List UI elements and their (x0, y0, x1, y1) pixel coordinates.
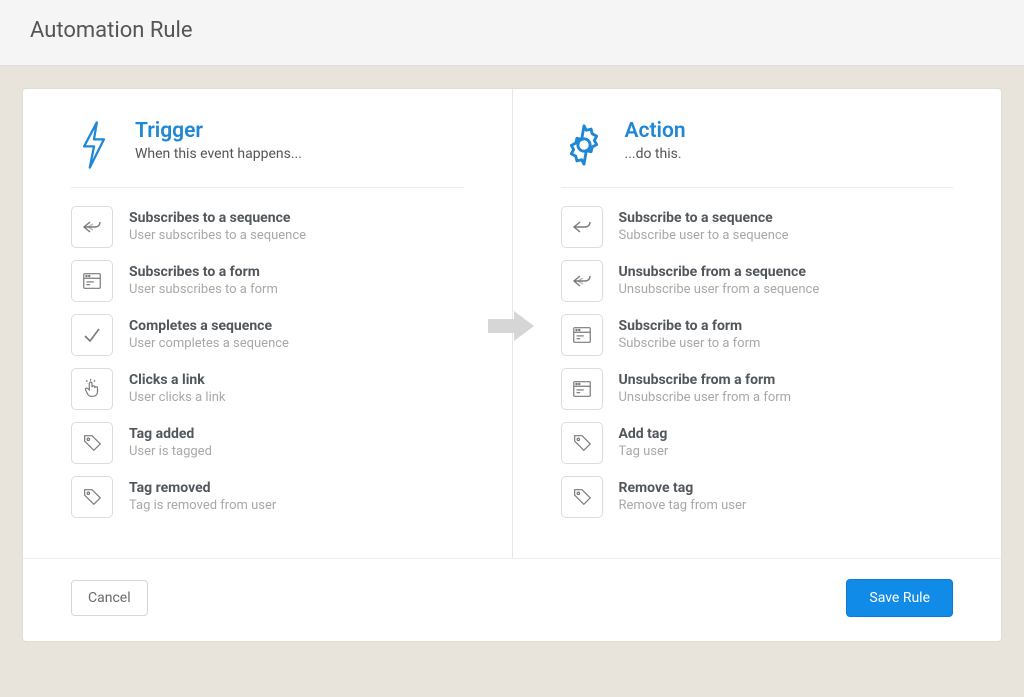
action-subtitle: ...do this. (625, 146, 686, 162)
option-text: Unsubscribe from a form Unsubscribe user… (619, 371, 792, 407)
option-text: Unsubscribe from a sequence Unsubscribe … (619, 263, 820, 299)
option-sub: User completes a sequence (129, 335, 289, 353)
action-option-subscribe-sequence[interactable]: Subscribe to a sequence Subscribe user t… (561, 206, 954, 248)
option-text: Add tag Tag user (619, 425, 669, 461)
reply-arrow-icon (561, 260, 603, 302)
option-sub: Subscribe user to a form (619, 335, 761, 353)
save-rule-button[interactable]: Save Rule (846, 579, 953, 617)
option-text: Tag added User is tagged (129, 425, 212, 461)
form-icon (561, 368, 603, 410)
option-text: Remove tag Remove tag from user (619, 479, 747, 515)
option-sub: User is tagged (129, 443, 212, 461)
option-title: Unsubscribe from a form (619, 371, 792, 389)
columns: Trigger When this event happens... Subsc… (23, 89, 1001, 558)
page-title: Automation Rule (30, 18, 994, 43)
option-title: Subscribes to a form (129, 263, 278, 281)
form-icon (561, 314, 603, 356)
action-head-text: Action ...do this. (625, 119, 686, 162)
tag-icon (561, 476, 603, 518)
trigger-title: Trigger (135, 119, 302, 144)
tag-icon (71, 422, 113, 464)
rule-card: Trigger When this event happens... Subsc… (22, 88, 1002, 642)
option-sub: Tag is removed from user (129, 497, 276, 515)
reply-arrow-icon (561, 206, 603, 248)
option-text: Clicks a link User clicks a link (129, 371, 226, 407)
option-title: Unsubscribe from a sequence (619, 263, 820, 281)
option-title: Subscribe to a form (619, 317, 761, 335)
action-option-add-tag[interactable]: Add tag Tag user (561, 422, 954, 464)
option-title: Tag added (129, 425, 212, 443)
option-sub: Subscribe user to a sequence (619, 227, 789, 245)
option-text: Subscribe to a sequence Subscribe user t… (619, 209, 789, 245)
option-sub: Unsubscribe user from a form (619, 389, 792, 407)
option-text: Completes a sequence User completes a se… (129, 317, 289, 353)
action-option-remove-tag[interactable]: Remove tag Remove tag from user (561, 476, 954, 518)
option-sub: User clicks a link (129, 389, 226, 407)
trigger-subtitle: When this event happens... (135, 146, 302, 162)
option-text: Subscribes to a sequence User subscribes… (129, 209, 306, 245)
trigger-option-subscribe-form[interactable]: Subscribes to a form User subscribes to … (71, 260, 464, 302)
gear-icon (561, 119, 607, 171)
cancel-button[interactable]: Cancel (71, 580, 148, 616)
lightning-icon (71, 119, 117, 171)
trigger-option-tag-removed[interactable]: Tag removed Tag is removed from user (71, 476, 464, 518)
option-sub: User subscribes to a sequence (129, 227, 306, 245)
card-footer: Cancel Save Rule (23, 558, 1001, 641)
option-title: Subscribes to a sequence (129, 209, 306, 227)
action-option-subscribe-form[interactable]: Subscribe to a form Subscribe user to a … (561, 314, 954, 356)
form-icon (71, 260, 113, 302)
option-title: Remove tag (619, 479, 747, 497)
option-sub: Tag user (619, 443, 669, 461)
option-title: Subscribe to a sequence (619, 209, 789, 227)
option-title: Add tag (619, 425, 669, 443)
option-sub: Remove tag from user (619, 497, 747, 515)
action-title: Action (625, 119, 686, 144)
trigger-option-subscribe-sequence[interactable]: Subscribes to a sequence User subscribes… (71, 206, 464, 248)
trigger-head-text: Trigger When this event happens... (135, 119, 302, 162)
option-text: Tag removed Tag is removed from user (129, 479, 276, 515)
option-title: Tag removed (129, 479, 276, 497)
action-option-unsubscribe-form[interactable]: Unsubscribe from a form Unsubscribe user… (561, 368, 954, 410)
trigger-options: Subscribes to a sequence User subscribes… (71, 206, 464, 518)
tag-icon (561, 422, 603, 464)
pointer-click-icon (71, 368, 113, 410)
action-column: Action ...do this. Subscribe to a sequen… (513, 89, 1002, 558)
tag-icon (71, 476, 113, 518)
action-header: Action ...do this. (561, 119, 954, 188)
trigger-header: Trigger When this event happens... (71, 119, 464, 188)
option-text: Subscribes to a form User subscribes to … (129, 263, 278, 299)
check-icon (71, 314, 113, 356)
trigger-option-clicks-link[interactable]: Clicks a link User clicks a link (71, 368, 464, 410)
option-sub: User subscribes to a form (129, 281, 278, 299)
option-sub: Unsubscribe user from a sequence (619, 281, 820, 299)
content: Trigger When this event happens... Subsc… (0, 66, 1024, 642)
trigger-column: Trigger When this event happens... Subsc… (23, 89, 512, 558)
option-title: Clicks a link (129, 371, 226, 389)
trigger-option-completes-sequence[interactable]: Completes a sequence User completes a se… (71, 314, 464, 356)
page-header: Automation Rule (0, 0, 1024, 66)
option-text: Subscribe to a form Subscribe user to a … (619, 317, 761, 353)
arrow-right-icon (488, 309, 536, 347)
action-option-unsubscribe-sequence[interactable]: Unsubscribe from a sequence Unsubscribe … (561, 260, 954, 302)
reply-arrow-icon (71, 206, 113, 248)
action-options: Subscribe to a sequence Subscribe user t… (561, 206, 954, 518)
option-title: Completes a sequence (129, 317, 289, 335)
trigger-option-tag-added[interactable]: Tag added User is tagged (71, 422, 464, 464)
